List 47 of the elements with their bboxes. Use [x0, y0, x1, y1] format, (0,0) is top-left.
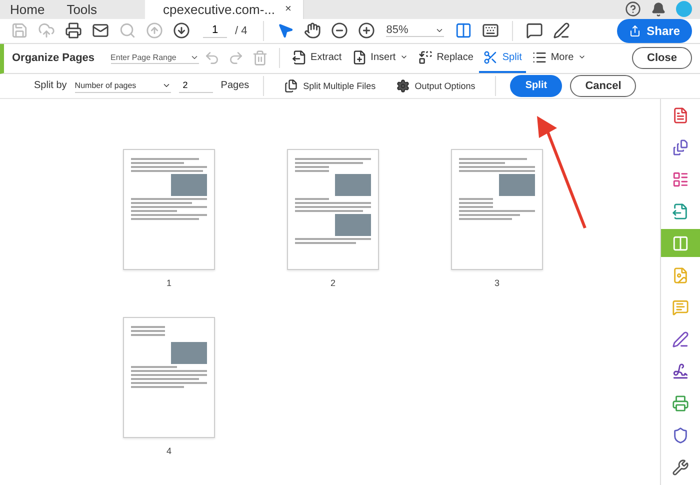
- bell-icon[interactable]: [651, 2, 666, 17]
- close-button[interactable]: Close: [632, 47, 692, 70]
- page-number-field[interactable]: 1: [203, 23, 227, 38]
- page-thumbnail[interactable]: [123, 149, 215, 270]
- split-mode-dropdown[interactable]: Number of pages: [74, 78, 171, 93]
- share-icon: [628, 24, 641, 37]
- split-by-label: Split by: [34, 80, 67, 92]
- insert-icon: [352, 50, 367, 65]
- list-icon: [532, 50, 547, 65]
- photo-placeholder: [170, 342, 207, 364]
- split-multiple-files-button[interactable]: Split Multiple Files: [278, 78, 382, 94]
- tool-icon: [672, 234, 689, 252]
- extract-button[interactable]: Extract: [288, 43, 346, 74]
- photo-placeholder: [334, 214, 371, 236]
- photo-placeholder: [334, 174, 371, 196]
- page-number: 2: [330, 278, 336, 288]
- page-thumbnail[interactable]: [451, 149, 543, 270]
- page-number: 4: [166, 446, 172, 456]
- cancel-button[interactable]: Cancel: [570, 74, 636, 97]
- page-thumbnail[interactable]: [123, 317, 215, 438]
- page-total: / 4: [235, 24, 248, 37]
- split-tab[interactable]: Split: [479, 43, 526, 74]
- replace-button[interactable]: Replace: [414, 43, 478, 74]
- close-tab-button[interactable]: ×: [285, 3, 292, 16]
- scissors-icon: [483, 50, 498, 65]
- pages-label: Pages: [220, 80, 250, 92]
- insert-button[interactable]: Insert: [348, 43, 412, 74]
- tab[interactable]: Home: [0, 0, 57, 19]
- photo-placeholder: [498, 174, 535, 196]
- split-button[interactable]: Split: [510, 74, 562, 97]
- tab[interactable]: Tools: [56, 0, 110, 19]
- help-icon[interactable]: [625, 1, 641, 18]
- tab[interactable]: cpexecutive.com-... ×: [145, 0, 304, 19]
- output-options-button[interactable]: Output Options: [390, 78, 482, 94]
- gear-icon: [396, 78, 410, 93]
- more-button[interactable]: More: [528, 43, 590, 74]
- page-number: 3: [494, 278, 500, 288]
- page-range-field[interactable]: Enter Page Range: [110, 52, 199, 64]
- share-button[interactable]: Share: [616, 18, 692, 43]
- page-thumbnail[interactable]: [287, 149, 379, 270]
- zoom-dropdown[interactable]: 85%: [386, 24, 444, 38]
- extract-icon: [292, 50, 307, 65]
- page-number: 1: [166, 278, 172, 288]
- replace-icon: [418, 50, 433, 65]
- photo-placeholder: [170, 174, 207, 196]
- files-icon: [284, 78, 298, 93]
- organize-pages-title: Organize Pages: [12, 52, 95, 64]
